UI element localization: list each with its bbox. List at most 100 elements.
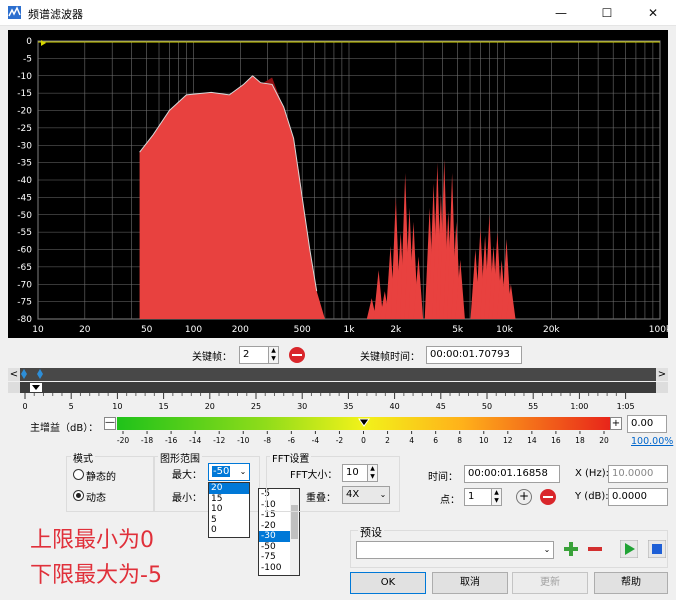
scroll-right-button[interactable]: > bbox=[656, 368, 668, 381]
annotation-line-1: 上限最小为0 bbox=[30, 528, 154, 553]
y-tick-label: -65 bbox=[17, 263, 32, 273]
timeline-end bbox=[656, 382, 668, 393]
gain-minus-button[interactable]: — bbox=[104, 417, 116, 430]
ruler-label: 0 bbox=[22, 402, 27, 411]
dynamic-radio[interactable] bbox=[73, 490, 84, 501]
maximize-button[interactable]: ☐ bbox=[584, 0, 630, 26]
window-title: 频谱滤波器 bbox=[28, 8, 83, 21]
gain-scale-label: -18 bbox=[141, 436, 153, 445]
gain-scale-label: 0 bbox=[361, 436, 366, 445]
spectrum-graph[interactable]: 10 20 50 100 200 500 1k 2k 5k 10k 20k 100k 0 -5 -10 -15… bbox=[8, 30, 672, 338]
timeline-scrollbar[interactable] bbox=[8, 368, 668, 381]
play-icon[interactable] bbox=[620, 540, 638, 558]
gain-scale-label: 14 bbox=[527, 436, 537, 445]
gain-plus-button[interactable]: + bbox=[610, 417, 622, 430]
ruler-label: 25 bbox=[251, 402, 261, 411]
add-point-icon[interactable]: + bbox=[516, 489, 532, 505]
fft-size-input[interactable]: 10 bbox=[342, 464, 368, 482]
timeline-track[interactable] bbox=[8, 382, 668, 393]
ruler-label: 1:05 bbox=[617, 402, 635, 411]
close-button[interactable]: ✕ bbox=[630, 0, 676, 26]
y-tick-label: -55 bbox=[17, 228, 32, 238]
point-spinner[interactable]: ▲ ▼ bbox=[492, 488, 502, 506]
gain-scale-label: -8 bbox=[264, 436, 272, 445]
chevron-down-icon[interactable]: ⌄ bbox=[541, 542, 553, 558]
fft-size-spinner[interactable]: ▲ ▼ bbox=[368, 464, 378, 482]
x-hz-field[interactable]: 10.0000 bbox=[608, 465, 668, 483]
y-db-label: Y (dB): bbox=[575, 491, 609, 502]
title-bar: 频谱滤波器 — ☐ ✕ bbox=[0, 0, 676, 26]
range-max-option[interactable]: 5 bbox=[209, 515, 249, 526]
annotation-line-2: 下限最大为-5 bbox=[30, 563, 162, 588]
range-max-label: 最大： bbox=[172, 470, 202, 481]
ok-button[interactable]: OK bbox=[350, 572, 426, 594]
range-min-label: 最小： bbox=[172, 493, 202, 504]
x-tick-label: 100k bbox=[649, 325, 668, 335]
y-tick-label: 0 bbox=[26, 37, 32, 47]
chevron-down-icon[interactable]: ⌄ bbox=[377, 487, 389, 503]
range-max-dropdown[interactable]: 20 15 10 5 0 bbox=[208, 482, 250, 538]
ruler-label: 5 bbox=[69, 402, 74, 411]
remove-point-icon[interactable] bbox=[540, 489, 556, 505]
y-db-field[interactable]: 0.0000 bbox=[608, 488, 668, 506]
keyframe-time-field[interactable]: 00:00:01.70793 bbox=[426, 346, 522, 364]
ruler-label: 35 bbox=[343, 402, 353, 411]
stop-icon[interactable] bbox=[648, 540, 666, 558]
help-button[interactable]: 帮助 bbox=[594, 572, 668, 594]
static-label[interactable]: 静态的 bbox=[86, 468, 116, 483]
remove-keyframe-icon[interactable] bbox=[289, 347, 305, 363]
dynamic-label[interactable]: 动态 bbox=[86, 489, 106, 504]
range-title: 图形范围 bbox=[158, 450, 202, 465]
ruler-label: 45 bbox=[436, 402, 446, 411]
x-tick-label: 100 bbox=[185, 325, 202, 335]
keyframe-spinner[interactable]: ▲ ▼ bbox=[269, 346, 279, 364]
ruler-label: 55 bbox=[528, 402, 538, 411]
preset-select[interactable] bbox=[356, 541, 554, 559]
gain-thumb-icon[interactable] bbox=[357, 418, 370, 428]
y-tick-label: -25 bbox=[17, 124, 32, 134]
time-ruler: 0 5 10 15 20 25 30 35 40 45 50 55 1:00 1:05 bbox=[22, 393, 635, 411]
x-tick-label: 2k bbox=[390, 325, 402, 335]
range-max-value: -50 bbox=[212, 466, 231, 477]
y-tick-label: -35 bbox=[17, 159, 32, 169]
y-tick-label: -60 bbox=[17, 246, 32, 256]
gain-percent-link[interactable]: 100.00% bbox=[631, 436, 673, 447]
gain-scale-label: -2 bbox=[336, 436, 344, 445]
range-max-option[interactable]: 10 bbox=[209, 504, 249, 515]
x-tick-label: 1k bbox=[344, 325, 356, 335]
ruler-label: 30 bbox=[297, 402, 307, 411]
keyframe-markers-icon[interactable] bbox=[18, 368, 48, 382]
gain-scale-label: -4 bbox=[312, 436, 320, 445]
overlap-label: 重叠： bbox=[306, 493, 336, 504]
mode-title: 模式 bbox=[71, 450, 95, 465]
playhead-handle[interactable] bbox=[30, 383, 42, 392]
time-field[interactable]: 00:00:01.16858 bbox=[464, 465, 560, 483]
x-tick-label: 20 bbox=[79, 325, 91, 335]
y-tick-label: -70 bbox=[17, 280, 32, 290]
keyframe-label: 关键帧： bbox=[192, 352, 232, 363]
x-tick-label: 10 bbox=[32, 325, 44, 335]
gain-scale-label: 16 bbox=[551, 436, 561, 445]
range-max-option[interactable]: 0 bbox=[209, 525, 249, 536]
gain-scale-label: -10 bbox=[237, 436, 249, 445]
keyframe-input[interactable]: 2 bbox=[239, 346, 269, 364]
range-max-option[interactable]: 15 bbox=[209, 494, 249, 505]
gain-scale-label: -6 bbox=[288, 436, 296, 445]
range-max-option[interactable]: 20 bbox=[209, 483, 249, 494]
y-tick-label: -10 bbox=[17, 72, 32, 82]
gain-scale-label: 20 bbox=[599, 436, 609, 445]
gain-scale-label: 6 bbox=[433, 436, 438, 445]
point-input[interactable]: 1 bbox=[464, 488, 492, 506]
x-tick-label: 5k bbox=[452, 325, 464, 335]
static-radio[interactable] bbox=[73, 469, 84, 480]
ruler-label: 1:00 bbox=[570, 402, 588, 411]
y-tick-label: -80 bbox=[17, 315, 32, 325]
spectrum-display[interactable]: 10 20 50 100 200 500 1k 2k 5k 10k 20k 100k 0 -5 -10 -15… bbox=[8, 30, 672, 338]
delete-preset-icon[interactable] bbox=[586, 540, 604, 558]
add-preset-icon[interactable] bbox=[562, 540, 580, 558]
cancel-button[interactable]: 取消 bbox=[432, 572, 508, 594]
x-hz-label: X (Hz): bbox=[575, 468, 609, 479]
minimize-button[interactable]: — bbox=[538, 0, 584, 26]
chevron-down-icon[interactable]: ⌄ bbox=[237, 464, 249, 480]
x-tick-label: 50 bbox=[141, 325, 153, 335]
